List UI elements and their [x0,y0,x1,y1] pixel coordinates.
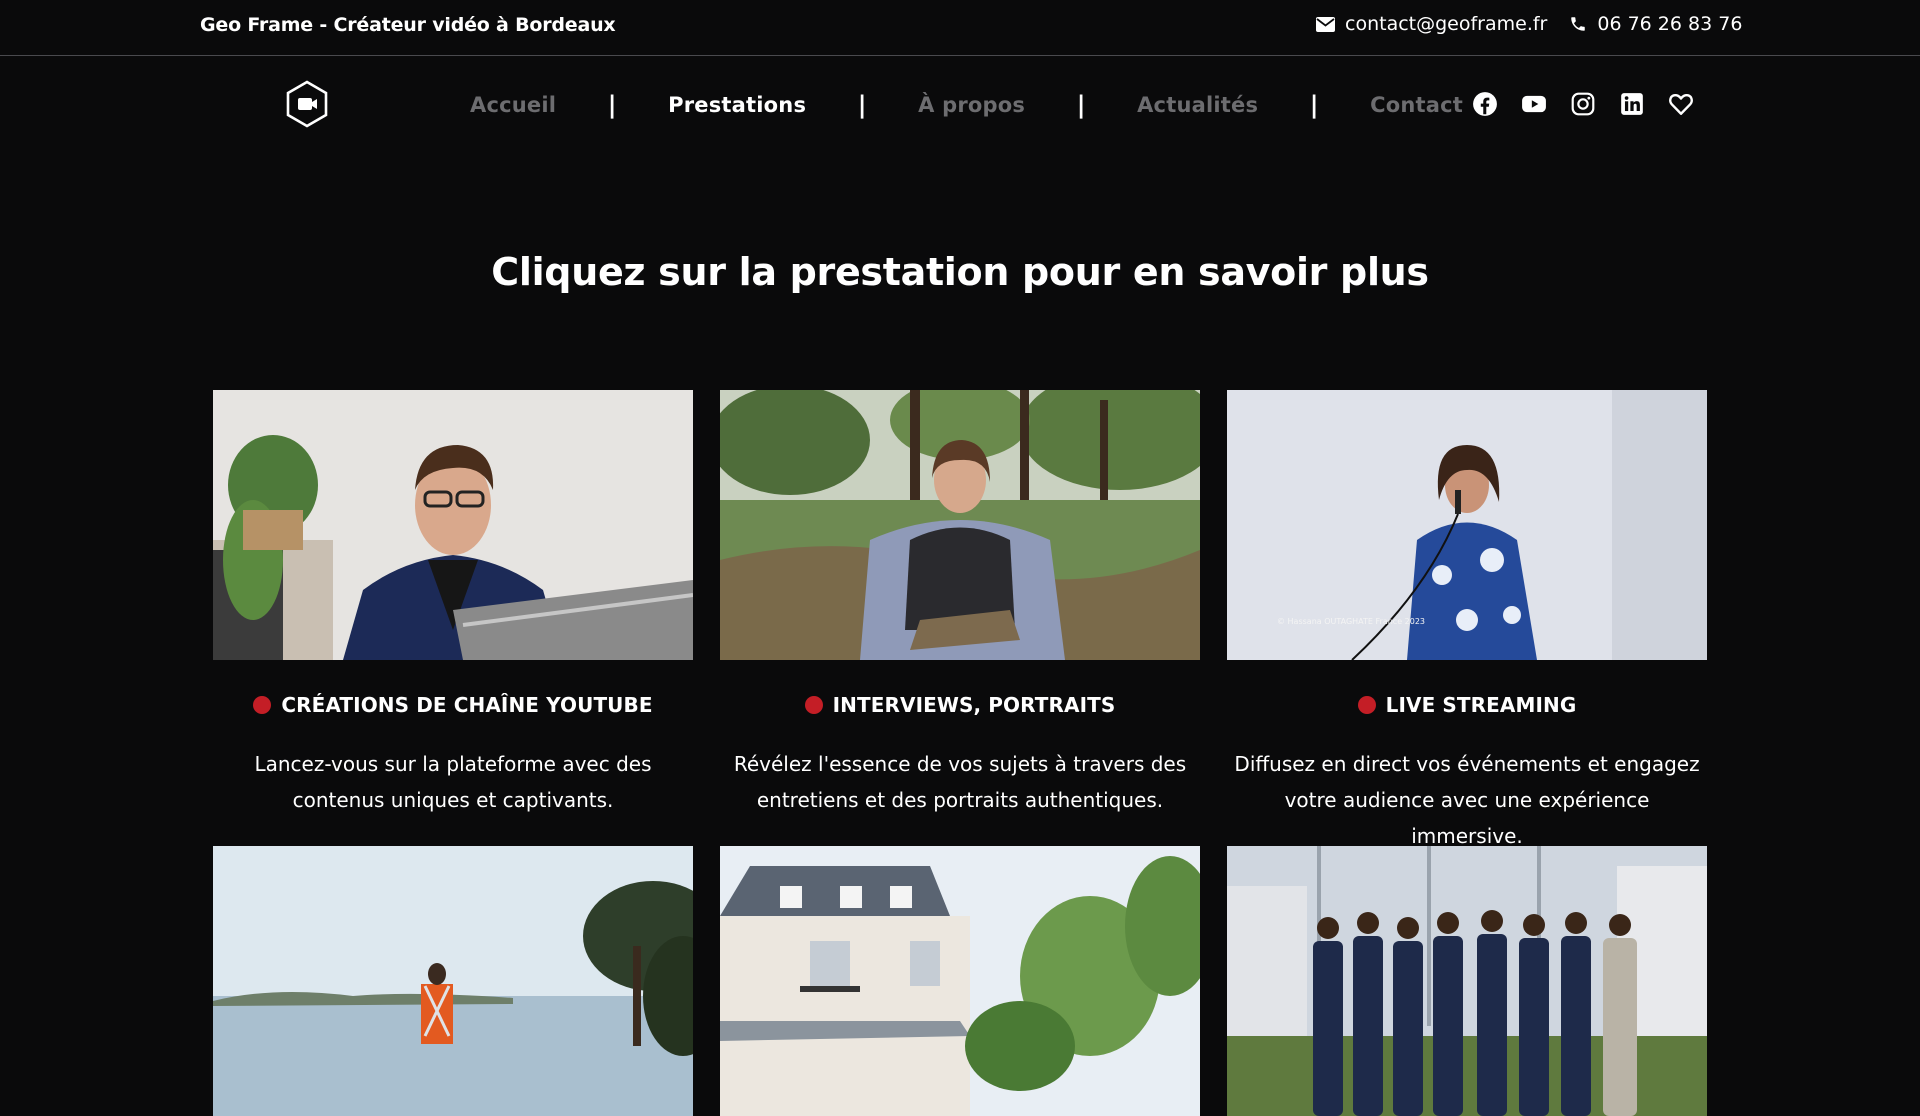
nav-separator: | [1076,91,1086,119]
email-text: contact@geoframe.fr [1345,13,1548,35]
service-title: LIVE STREAMING [1227,690,1707,720]
nav-separator: | [607,91,617,119]
service-card-youtube[interactable]: CRÉATIONS DE CHAÎNE YOUTUBE Lancez-vous … [213,390,693,818]
video-camera-hexagon-logo [286,80,328,128]
service-description-line: Lancez-vous sur la plateforme avec des [254,752,652,776]
facebook-icon [1473,92,1497,116]
service-title: CRÉATIONS DE CHAÎNE YOUTUBE [213,690,693,720]
service-title: INTERVIEWS, PORTRAITS [720,690,1200,720]
service-description: Diffusez en direct vos événements et eng… [1227,746,1707,854]
vimeo-heart-icon [1669,93,1693,115]
red-dot-icon [253,696,272,714]
nav-item-actualites[interactable]: Actualités [1137,93,1258,117]
contact-block: contact@geoframe.fr 06 76 26 83 76 [1316,13,1742,35]
main-nav: Accueil | Prestations | À propos | Actua… [470,90,1463,120]
service-photo-interviews [720,390,1200,660]
facebook-link[interactable] [1472,91,1498,117]
service-title-text: LIVE STREAMING [1385,693,1577,717]
service-title-text: INTERVIEWS, PORTRAITS [832,693,1116,717]
instagram-link[interactable] [1570,91,1596,117]
service-card-real-estate[interactable] [720,846,1200,1116]
youtube-icon [1522,95,1546,113]
linkedin-link[interactable] [1619,91,1645,117]
service-description-line: contenus uniques et captivants. [292,788,614,812]
red-dot-icon [804,696,823,714]
service-card-drone[interactable] [213,846,693,1116]
nav-separator: | [857,91,867,119]
nav-item-prestations[interactable]: Prestations [668,93,806,117]
vimeo-heart-link[interactable] [1668,91,1694,117]
service-photo-group [1227,846,1707,1116]
site-title: Geo Frame - Créateur vidéo à Bordeaux [200,14,616,36]
service-card-live-streaming[interactable]: © Hassana OUTAGHATE France 2023 LIVE STR… [1227,390,1707,854]
nav-item-a-propos[interactable]: À propos [918,93,1025,117]
envelope-icon [1316,16,1335,32]
phone-link[interactable]: 06 76 26 83 76 [1569,13,1742,35]
page-heading: Cliquez sur la prestation pour en savoir… [491,250,1429,294]
service-card-event[interactable] [1227,846,1707,1116]
service-description-line: Diffusez en direct vos événements et eng… [1234,752,1700,776]
service-card-interviews[interactable]: INTERVIEWS, PORTRAITS Révélez l'essence … [720,390,1200,818]
service-description: Lancez-vous sur la plateforme avec des c… [213,746,693,818]
phone-text: 06 76 26 83 76 [1597,13,1743,35]
phone-icon [1571,17,1586,31]
instagram-icon [1571,92,1595,116]
top-bar: Geo Frame - Créateur vidéo à Bordeaux co… [0,0,1920,56]
service-description-line: votre audience avec une expérience immer… [1284,788,1650,848]
social-links [1472,91,1694,117]
nav-item-contact[interactable]: Contact [1370,93,1463,117]
service-description-line: entretiens et des portraits authentiques… [756,788,1164,812]
nav-item-accueil[interactable]: Accueil [470,93,556,117]
site-logo[interactable] [283,80,331,128]
red-dot-icon [1357,696,1376,714]
photo-watermark: © Hassana OUTAGHATE France 2023 [1277,617,1426,626]
linkedin-icon [1621,93,1643,115]
nav-separator: | [1309,91,1319,119]
service-photo-live-streaming: © Hassana OUTAGHATE France 2023 [1227,390,1707,660]
youtube-link[interactable] [1521,91,1547,117]
service-photo-youtube [213,390,693,660]
service-description: Révélez l'essence de vos sujets à traver… [720,746,1200,818]
service-photo-coast [213,846,693,1116]
email-link[interactable]: contact@geoframe.fr [1316,13,1547,35]
service-photo-house [720,846,1200,1116]
service-title-text: CRÉATIONS DE CHAÎNE YOUTUBE [281,693,653,717]
service-description-line: Révélez l'essence de vos sujets à traver… [733,752,1187,776]
